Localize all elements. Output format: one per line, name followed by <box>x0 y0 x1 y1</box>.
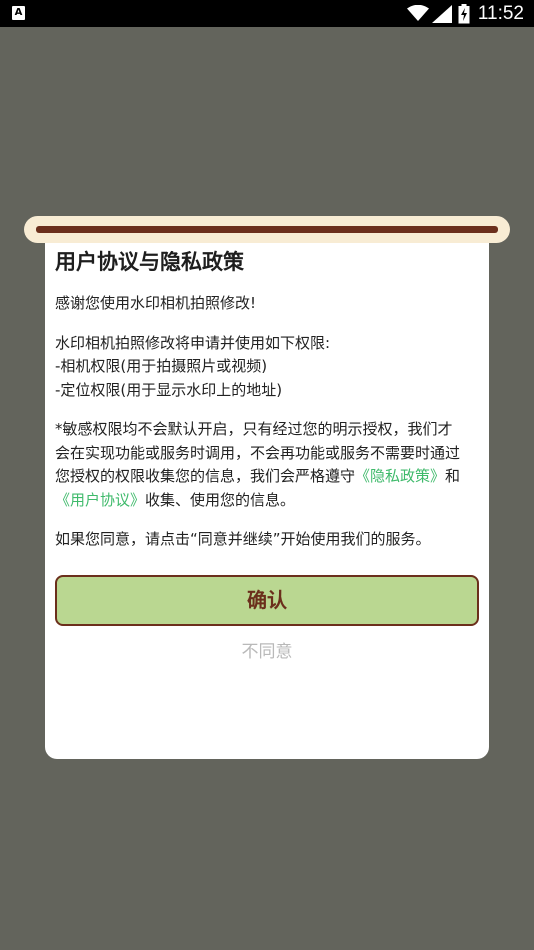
notice-line-1: *敏感权限均不会默认开启，只有经过您的明示授权，我们才 <box>55 420 453 438</box>
scroll-rod-bar <box>36 226 498 233</box>
permission-location: -定位权限(用于显示水印上的地址) <box>55 380 283 399</box>
dialog-body: 感谢您使用水印相机拍照修改! 水印相机拍照修改将申请并使用如下权限: -相机权限… <box>55 292 481 568</box>
greeting-text: 感谢您使用水印相机拍照修改! <box>55 294 257 312</box>
status-icons: 11:52 <box>406 0 524 27</box>
user-agreement-link[interactable]: 《用户协议》 <box>55 491 145 509</box>
notice-line-3-text: 您授权的权限收集您的信息，我们会严格遵守 <box>55 467 356 485</box>
notice-line-4: 《用户协议》收集、使用您的信息。 <box>55 489 481 513</box>
notification-app-icon: A <box>12 6 25 20</box>
notice-line-3: 您授权的权限收集您的信息，我们会严格遵守《隐私政策》和 <box>55 465 481 489</box>
decline-button[interactable]: 不同意 <box>45 640 489 664</box>
permissions-paragraph: 水印相机拍照修改将申请并使用如下权限: -相机权限(用于拍摄照片或视频) -定位… <box>55 332 481 403</box>
notice-line-4-text: 收集、使用您的信息。 <box>145 490 296 509</box>
battery-charging-icon <box>458 3 470 23</box>
permissions-intro: 水印相机拍照修改将申请并使用如下权限: <box>55 333 331 352</box>
agree-hint-text: 如果您同意，请点击“同意并继续”开始使用我们的服务。 <box>55 530 431 548</box>
signal-icon <box>431 4 452 23</box>
notice-line-2: 会在实现功能或服务时调用，不会再功能或服务不需要时通过 <box>55 443 461 462</box>
notice-paragraph: *敏感权限均不会默认开启，只有经过您的明示授权，我们才 会在实现功能或服务时调用… <box>55 418 481 512</box>
greeting-paragraph: 感谢您使用水印相机拍照修改! <box>55 292 481 316</box>
status-time: 11:52 <box>477 3 524 24</box>
agree-hint-paragraph: 如果您同意，请点击“同意并继续”开始使用我们的服务。 <box>55 528 481 552</box>
notice-and-text: 和 <box>445 467 461 485</box>
confirm-button[interactable]: 确认 <box>55 575 479 626</box>
permission-camera: -相机权限(用于拍摄照片或视频) <box>55 357 268 375</box>
status-bar: A 11:52 <box>0 0 534 27</box>
dialog-title: 用户协议与隐私政策 <box>55 250 244 274</box>
scroll-rod-decoration <box>24 216 510 243</box>
privacy-policy-link[interactable]: 《隐私政策》 <box>355 467 445 485</box>
wifi-icon <box>406 5 429 21</box>
privacy-dialog: 用户协议与隐私政策 感谢您使用水印相机拍照修改! 水印相机拍照修改将申请并使用如… <box>45 234 489 759</box>
